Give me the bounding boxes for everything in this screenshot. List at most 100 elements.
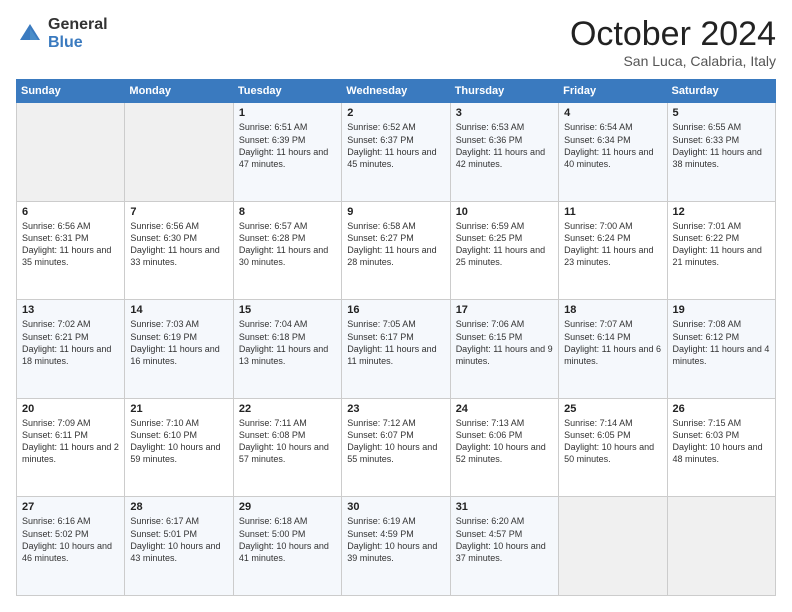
cell-content: Sunrise: 7:09 AM Sunset: 6:11 PM Dayligh…: [22, 417, 119, 466]
calendar-cell: 27 Sunrise: 6:16 AM Sunset: 5:02 PM Dayli…: [17, 497, 125, 596]
month-title: October 2024: [570, 16, 776, 53]
calendar-cell: 31 Sunrise: 6:20 AM Sunset: 4:57 PM Dayli…: [450, 497, 558, 596]
calendar-cell: 15Sunrise: 7:04 AM Sunset: 6:18 PM Dayli…: [233, 300, 341, 399]
cell-content: Sunrise: 7:11 AM Sunset: 6:08 PM Dayligh…: [239, 417, 336, 466]
header-day-friday: Friday: [559, 80, 667, 103]
day-number: 19: [673, 304, 770, 316]
cell-content: Sunrise: 6:18 AM Sunset: 5:00 PM Dayligh…: [239, 515, 336, 564]
day-number: 10: [456, 206, 553, 218]
calendar-cell: 14 Sunrise: 7:03 AM Sunset: 6:19 PM Dayli…: [125, 300, 233, 399]
day-number: 22: [239, 403, 336, 415]
calendar-cell: 20 Sunrise: 7:09 AM Sunset: 6:11 PM Dayli…: [17, 398, 125, 497]
calendar-cell: 23 Sunrise: 7:12 AM Sunset: 6:07 PM Dayli…: [342, 398, 450, 497]
calendar-cell: 22 Sunrise: 7:11 AM Sunset: 6:08 PM Dayli…: [233, 398, 341, 497]
header-row: SundayMondayTuesdayWednesdayThursdayFrid…: [17, 80, 776, 103]
day-number: 17: [456, 304, 553, 316]
day-number: 30: [347, 501, 444, 513]
calendar-cell: [125, 103, 233, 202]
cell-content: Sunrise: 6:20 AM Sunset: 4:57 PM Dayligh…: [456, 515, 553, 564]
calendar-cell: 9 Sunrise: 6:58 AM Sunset: 6:27 PM Daylig…: [342, 201, 450, 300]
day-number: 23: [347, 403, 444, 415]
calendar-cell: 2Sunrise: 6:52 AM Sunset: 6:37 PM Daylig…: [342, 103, 450, 202]
header-day-monday: Monday: [125, 80, 233, 103]
cell-content: Sunrise: 6:16 AM Sunset: 5:02 PM Dayligh…: [22, 515, 119, 564]
cell-content: Sunrise: 6:58 AM Sunset: 6:27 PM Dayligh…: [347, 220, 444, 269]
page: General Blue October 2024 San Luca, Cala…: [0, 0, 792, 612]
calendar-cell: 25Sunrise: 7:14 AM Sunset: 6:05 PM Dayli…: [559, 398, 667, 497]
cell-content: Sunrise: 6:55 AM Sunset: 6:33 PM Dayligh…: [673, 121, 770, 170]
cell-content: Sunrise: 7:12 AM Sunset: 6:07 PM Dayligh…: [347, 417, 444, 466]
calendar-cell: 16 Sunrise: 7:05 AM Sunset: 6:17 PM Dayli…: [342, 300, 450, 399]
calendar-header: SundayMondayTuesdayWednesdayThursdayFrid…: [17, 80, 776, 103]
day-number: 5: [673, 107, 770, 119]
calendar-cell: 21Sunrise: 7:10 AM Sunset: 6:10 PM Dayli…: [125, 398, 233, 497]
cell-content: Sunrise: 6:19 AM Sunset: 4:59 PM Dayligh…: [347, 515, 444, 564]
calendar-cell: 7 Sunrise: 6:56 AM Sunset: 6:30 PM Daylig…: [125, 201, 233, 300]
cell-content: Sunrise: 7:13 AM Sunset: 6:06 PM Dayligh…: [456, 417, 553, 466]
calendar-cell: 30 Sunrise: 6:19 AM Sunset: 4:59 PM Dayli…: [342, 497, 450, 596]
week-row-0: 1Sunrise: 6:51 AM Sunset: 6:39 PM Daylig…: [17, 103, 776, 202]
week-row-3: 20 Sunrise: 7:09 AM Sunset: 6:11 PM Dayli…: [17, 398, 776, 497]
calendar-cell: [17, 103, 125, 202]
cell-content: Sunrise: 6:53 AM Sunset: 6:36 PM Dayligh…: [456, 121, 553, 170]
day-number: 13: [22, 304, 119, 316]
day-number: 8: [239, 206, 336, 218]
cell-content: Sunrise: 6:54 AM Sunset: 6:34 PM Dayligh…: [564, 121, 661, 170]
logo: General Blue: [16, 16, 108, 51]
calendar-cell: 10 Sunrise: 6:59 AM Sunset: 6:25 PM Dayli…: [450, 201, 558, 300]
day-number: 25: [564, 403, 661, 415]
day-number: 2: [347, 107, 444, 119]
logo-text: General Blue: [48, 16, 108, 51]
calendar-cell: 5 Sunrise: 6:55 AM Sunset: 6:33 PM Daylig…: [667, 103, 775, 202]
cell-content: Sunrise: 7:08 AM Sunset: 6:12 PM Dayligh…: [673, 318, 770, 367]
cell-content: Sunrise: 6:51 AM Sunset: 6:39 PM Dayligh…: [239, 121, 336, 170]
cell-content: Sunrise: 7:01 AM Sunset: 6:22 PM Dayligh…: [673, 220, 770, 269]
day-number: 3: [456, 107, 553, 119]
day-number: 26: [673, 403, 770, 415]
day-number: 28: [130, 501, 227, 513]
day-number: 29: [239, 501, 336, 513]
day-number: 20: [22, 403, 119, 415]
location-subtitle: San Luca, Calabria, Italy: [570, 53, 776, 69]
calendar-cell: 19 Sunrise: 7:08 AM Sunset: 6:12 PM Dayli…: [667, 300, 775, 399]
cell-content: Sunrise: 6:59 AM Sunset: 6:25 PM Dayligh…: [456, 220, 553, 269]
calendar-cell: 11 Sunrise: 7:00 AM Sunset: 6:24 PM Dayli…: [559, 201, 667, 300]
calendar-cell: 26Sunrise: 7:15 AM Sunset: 6:03 PM Dayli…: [667, 398, 775, 497]
cell-content: Sunrise: 6:56 AM Sunset: 6:31 PM Dayligh…: [22, 220, 119, 269]
header-day-thursday: Thursday: [450, 80, 558, 103]
day-number: 4: [564, 107, 661, 119]
calendar-cell: 17 Sunrise: 7:06 AM Sunset: 6:15 PM Dayli…: [450, 300, 558, 399]
calendar-cell: 18 Sunrise: 7:07 AM Sunset: 6:14 PM Dayli…: [559, 300, 667, 399]
week-row-1: 6 Sunrise: 6:56 AM Sunset: 6:31 PM Daylig…: [17, 201, 776, 300]
cell-content: Sunrise: 7:06 AM Sunset: 6:15 PM Dayligh…: [456, 318, 553, 367]
calendar: SundayMondayTuesdayWednesdayThursdayFrid…: [16, 79, 776, 596]
day-number: 27: [22, 501, 119, 513]
cell-content: Sunrise: 6:56 AM Sunset: 6:30 PM Dayligh…: [130, 220, 227, 269]
cell-content: Sunrise: 7:05 AM Sunset: 6:17 PM Dayligh…: [347, 318, 444, 367]
cell-content: Sunrise: 7:03 AM Sunset: 6:19 PM Dayligh…: [130, 318, 227, 367]
day-number: 31: [456, 501, 553, 513]
day-number: 18: [564, 304, 661, 316]
day-number: 16: [347, 304, 444, 316]
cell-content: Sunrise: 7:00 AM Sunset: 6:24 PM Dayligh…: [564, 220, 661, 269]
day-number: 14: [130, 304, 227, 316]
logo-icon: [16, 20, 44, 48]
calendar-cell: 12Sunrise: 7:01 AM Sunset: 6:22 PM Dayli…: [667, 201, 775, 300]
calendar-cell: 3 Sunrise: 6:53 AM Sunset: 6:36 PM Daylig…: [450, 103, 558, 202]
header-day-sunday: Sunday: [17, 80, 125, 103]
cell-content: Sunrise: 7:07 AM Sunset: 6:14 PM Dayligh…: [564, 318, 661, 367]
logo-general: General: [48, 16, 108, 34]
cell-content: Sunrise: 7:04 AM Sunset: 6:18 PM Dayligh…: [239, 318, 336, 367]
logo-blue: Blue: [48, 34, 108, 52]
day-number: 21: [130, 403, 227, 415]
calendar-cell: 4 Sunrise: 6:54 AM Sunset: 6:34 PM Daylig…: [559, 103, 667, 202]
calendar-cell: 29 Sunrise: 6:18 AM Sunset: 5:00 PM Dayli…: [233, 497, 341, 596]
header-day-tuesday: Tuesday: [233, 80, 341, 103]
day-number: 6: [22, 206, 119, 218]
calendar-cell: [559, 497, 667, 596]
calendar-cell: [667, 497, 775, 596]
title-block: October 2024 San Luca, Calabria, Italy: [570, 16, 776, 69]
day-number: 7: [130, 206, 227, 218]
day-number: 9: [347, 206, 444, 218]
day-number: 11: [564, 206, 661, 218]
